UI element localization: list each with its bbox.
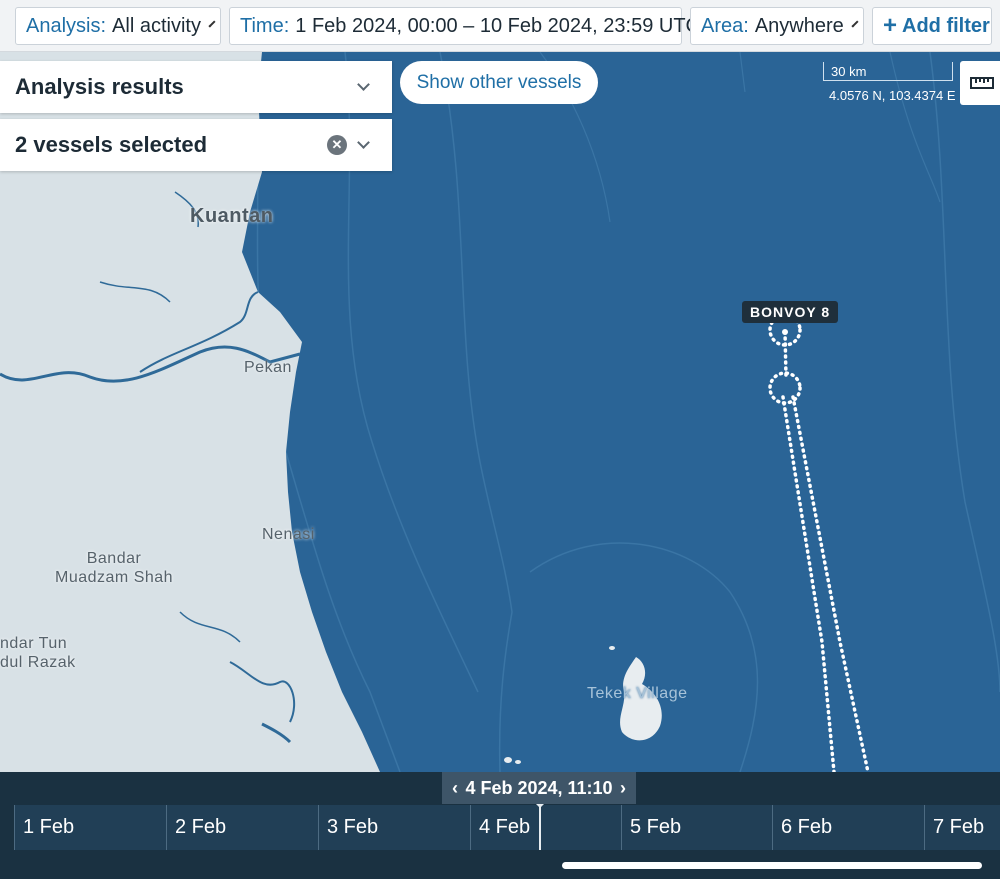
analysis-results-title: Analysis results [15, 74, 184, 99]
vessels-selected-panel[interactable]: 2 vessels selected ✕ [0, 119, 392, 171]
city-label-tekek-village: Tekek Village [587, 685, 688, 702]
timeline-tick: 7 Feb [924, 805, 1000, 850]
add-filter-label: Add filter [902, 14, 990, 37]
timeline-tick: 3 Feb [318, 805, 470, 850]
analysis-filter-key: Analysis: [26, 14, 107, 37]
analysis-results-panel[interactable]: Analysis results [0, 61, 392, 113]
analysis-filter[interactable]: Analysis: All activity [15, 7, 221, 45]
timeline-tick: 5 Feb [621, 805, 772, 850]
current-time-box: ‹ 4 Feb 2024, 11:10 › [442, 772, 636, 804]
timeline-tick: 2 Feb [166, 805, 318, 850]
chevron-down-icon[interactable] [357, 136, 370, 149]
city-label-pekan: Pekan [244, 359, 292, 376]
map-scale-label: 30 km [831, 64, 867, 79]
area-filter-value: Anywhere [754, 14, 844, 37]
filter-bar: Analysis: All activity Time: 1 Feb 2024,… [0, 0, 1000, 52]
city-label-bandar-muadzam-shah: Bandar Muadzam Shah [55, 550, 174, 586]
clear-selection-icon[interactable]: ✕ [327, 135, 347, 155]
area-filter-key: Area: [701, 14, 749, 37]
vessel-label[interactable]: BONVOY 8 [742, 301, 839, 323]
area-filter[interactable]: Area: Anywhere [690, 7, 864, 45]
city-label-nenasi: Nenasi [262, 526, 315, 543]
current-time-label: 4 Feb 2024, 11:10 [465, 777, 613, 798]
vessels-selected-title: 2 vessels selected [15, 132, 208, 157]
cursor-coordinates: 4.0576 N, 103.4374 E [829, 88, 956, 103]
time-filter-value: 1 Feb 2024, 00:00 – 10 Feb 2024, 23:59 U… [295, 14, 700, 37]
timeline-tick: 1 Feb [14, 805, 166, 850]
ruler-button[interactable] [960, 61, 1000, 105]
timeline: 1 Feb 2 Feb 3 Feb 4 Feb 5 Feb 6 Feb 7 Fe… [0, 772, 1000, 879]
city-label-bandar-tun-razak: ndar Tun dul Razak [0, 635, 76, 671]
chevron-right-icon[interactable]: › [620, 778, 626, 799]
timeline-scrollbar[interactable] [562, 862, 982, 869]
chevron-down-icon [851, 19, 859, 28]
chevron-down-icon[interactable] [357, 78, 370, 91]
chevron-down-icon [208, 19, 216, 28]
city-label-kuantan: Kuantan [190, 205, 274, 227]
timeline-tick: 6 Feb [772, 805, 924, 850]
add-filter-button[interactable]: + Add filter [872, 7, 992, 45]
map-scale: 30 km [823, 62, 953, 81]
show-other-vessels-label: Show other vessels [416, 71, 582, 93]
chevron-left-icon[interactable]: ‹ [452, 778, 458, 799]
time-filter[interactable]: Time: 1 Feb 2024, 00:00 – 10 Feb 2024, 2… [229, 7, 715, 45]
show-other-vessels-button[interactable]: Show other vessels [400, 61, 598, 104]
ruler-icon [970, 77, 994, 89]
plus-icon: + [883, 12, 898, 39]
analysis-filter-value: All activity [112, 14, 201, 37]
timeline-cursor[interactable] [539, 802, 541, 850]
time-filter-key: Time: [240, 14, 290, 37]
timeline-tick: 4 Feb [470, 805, 621, 850]
